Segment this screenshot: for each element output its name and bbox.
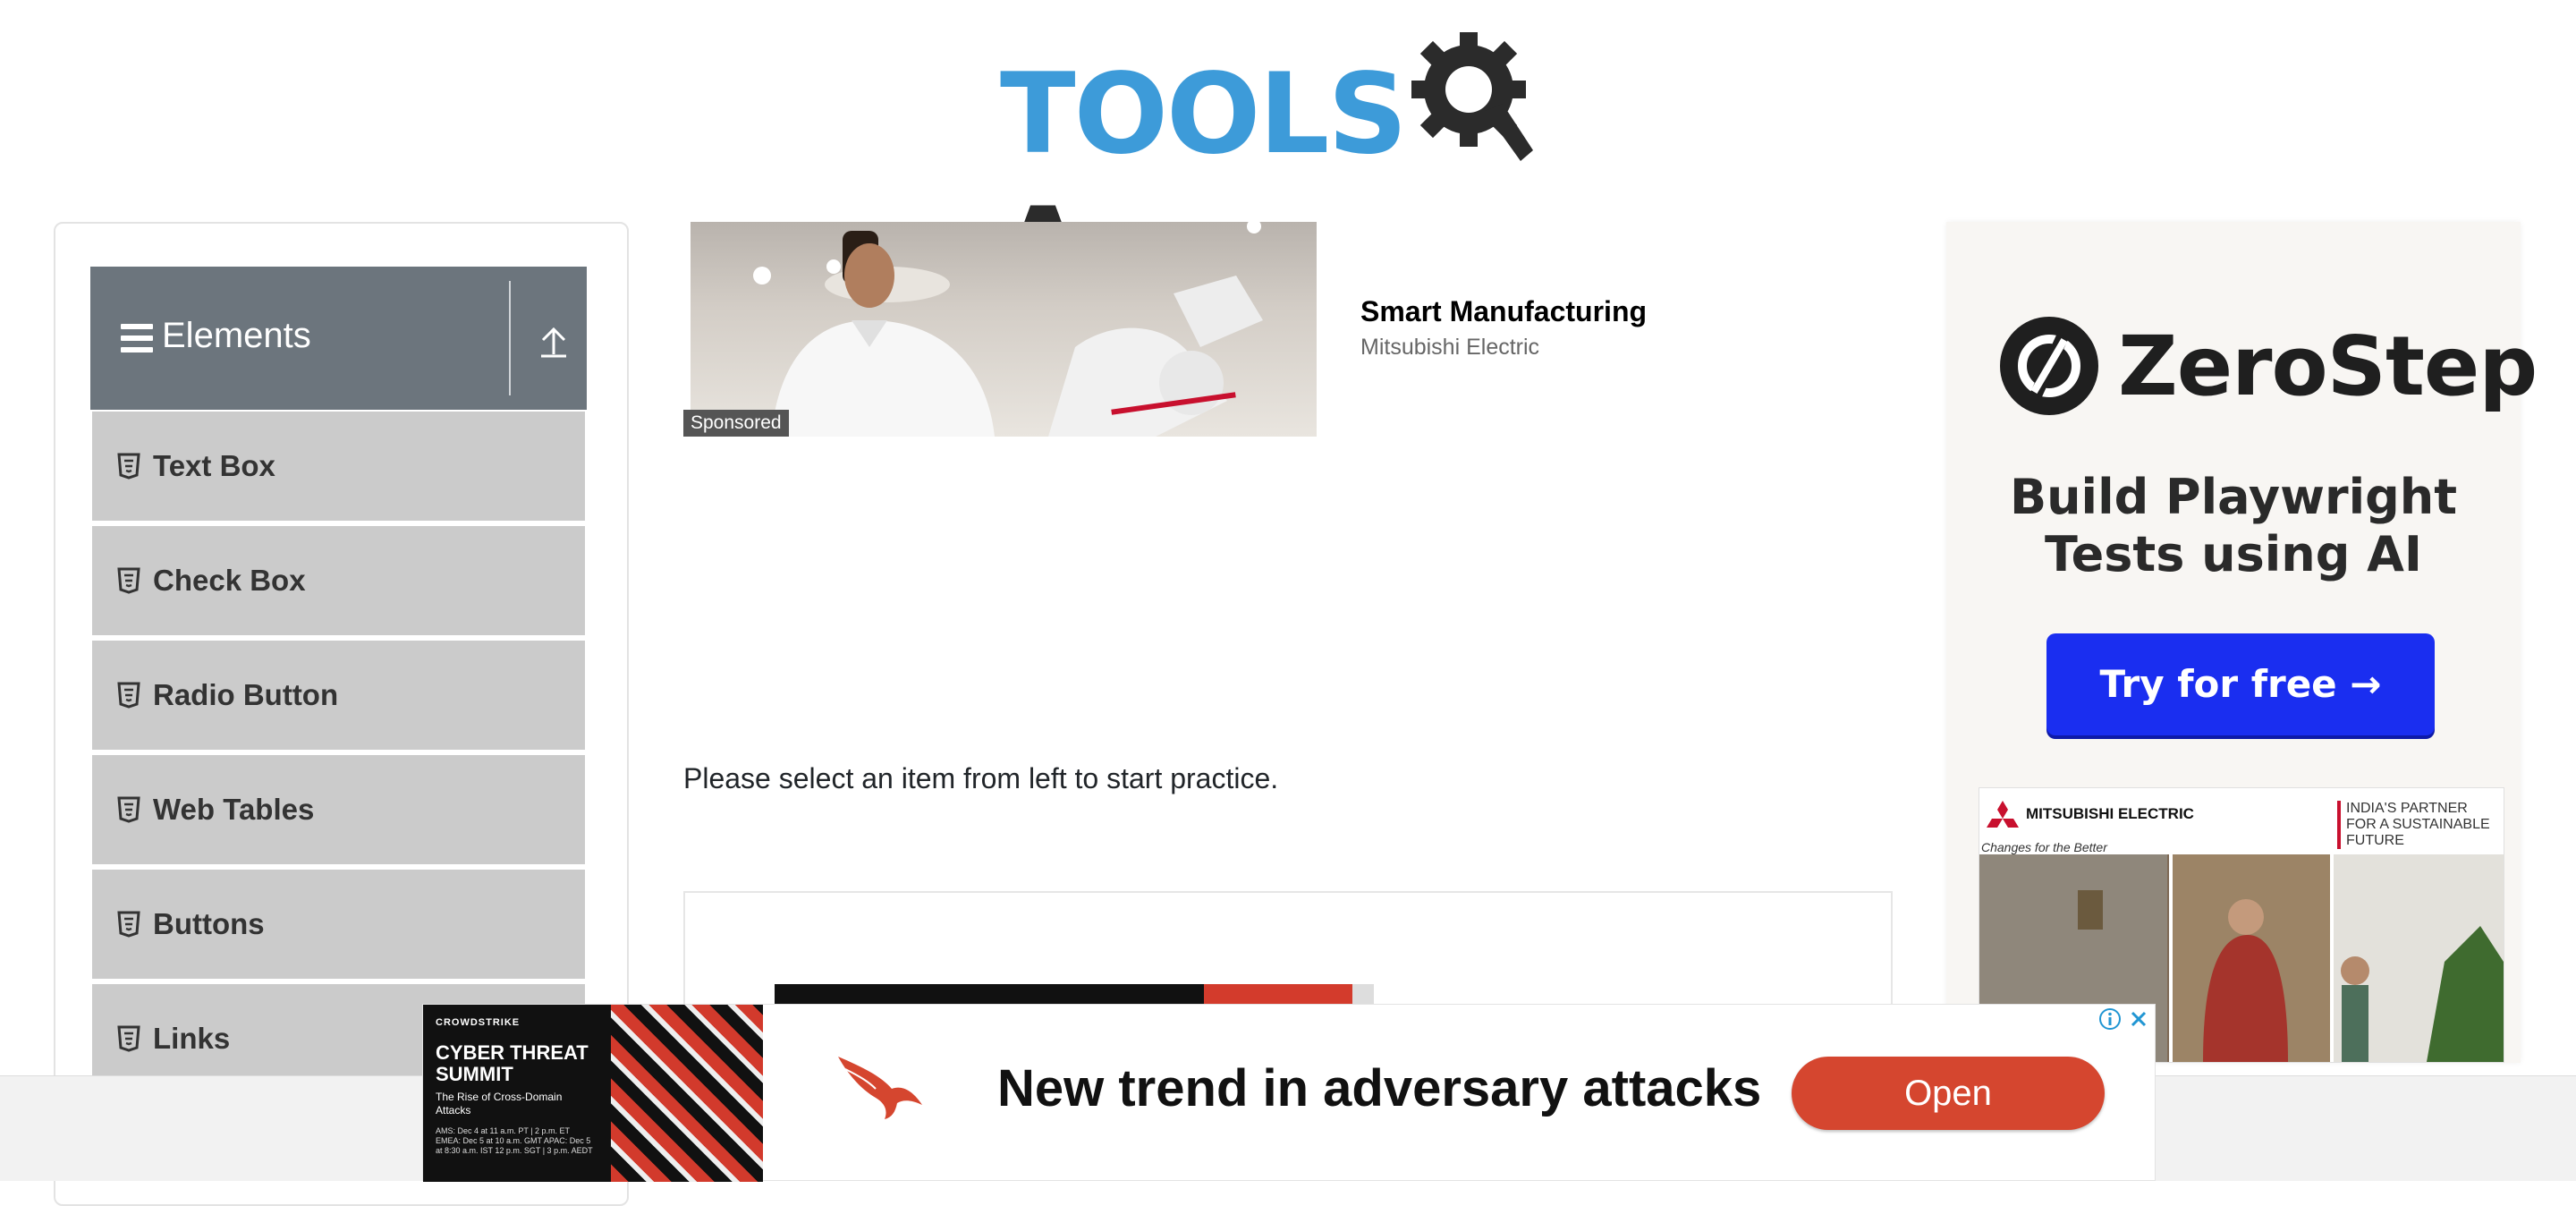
sponsored-image[interactable] <box>691 222 1317 437</box>
html5-icon <box>117 682 140 709</box>
html5-icon <box>117 567 140 594</box>
zerostep-headline: Build Playwright Tests using AI <box>1946 469 2521 583</box>
sidebar-item-label: Web Tables <box>153 793 315 826</box>
sidebar-item-label: Links <box>153 1022 231 1055</box>
hamburger-icon <box>121 324 153 352</box>
header-divider <box>509 281 511 395</box>
headline-line: Build Playwright <box>2009 469 2458 525</box>
html5-icon <box>117 911 140 938</box>
logo-tools-text: TOOLS <box>1000 50 1408 179</box>
thumbnail-title: CYBER THREAT SUMMIT <box>436 1041 589 1085</box>
thumbnail-subtitle: The Rise of Cross-Domain Attacks <box>436 1091 563 1117</box>
group-title: Elements <box>162 316 311 355</box>
close-icon[interactable] <box>2126 1006 2151 1032</box>
toolsqa-logo[interactable]: TOOLSA <box>1000 25 1581 313</box>
zerostep-ad[interactable]: ZeroStep Build Playwright Tests using AI… <box>1946 222 2538 1063</box>
falcon-logo-icon <box>838 1057 922 1119</box>
sponsored-badge: Sponsored <box>683 410 789 437</box>
ad-headline: New trend in adversary attacks <box>997 1059 1762 1117</box>
elements-group-header[interactable]: Elements <box>90 267 587 410</box>
sidebar-item-buttons[interactable]: Buttons <box>92 870 585 984</box>
mitsubishi-logo-text: MITSUBISHI ELECTRIC <box>2026 805 2194 822</box>
robot-worker-illustration <box>753 222 1263 437</box>
thumbnail-pattern <box>611 1005 763 1182</box>
sidebar-item-radio-button[interactable]: Radio Button <box>92 641 585 755</box>
mitsubishi-logo-icon <box>1987 801 2019 828</box>
sidebar-item-label: Text Box <box>153 449 275 482</box>
html5-icon <box>117 796 140 823</box>
html5-icon <box>117 453 140 480</box>
sidebar-item-text-box[interactable]: Text Box <box>92 412 585 526</box>
zerostep-brand: ZeroStep <box>2118 318 2538 414</box>
crowdstrike-brand: CROWDSTRIKE <box>436 1017 521 1028</box>
sidebar-item-label: Check Box <box>153 564 306 597</box>
open-button[interactable]: Open <box>1792 1057 2105 1130</box>
headline-line: Tests using AI <box>2044 526 2423 582</box>
zerostep-logo-icon <box>2000 317 2098 415</box>
mitsubishi-slogan: Changes for the Better <box>1981 840 2107 854</box>
practice-message: Please select an item from left to start… <box>683 762 1279 794</box>
info-icon[interactable] <box>2097 1006 2123 1032</box>
mitsubishi-tagline: INDIA'S PARTNER FOR A SUSTAINABLE FUTURE <box>2337 801 2498 849</box>
crowdstrike-ad[interactable]: CROWDSTRIKE CYBER THREAT SUMMIT The Rise… <box>422 1004 2156 1182</box>
sidebar-item-check-box[interactable]: Check Box <box>92 526 585 641</box>
thumbnail-dates: AMS: Dec 4 at 11 a.m. PT | 2 p.m. ET EME… <box>436 1126 593 1155</box>
sidebar-item-label: Buttons <box>153 907 265 940</box>
logo-gear-icon <box>1406 25 1540 182</box>
sidebar-item-label: Radio Button <box>153 678 339 711</box>
sidebar-item-web-tables[interactable]: Web Tables <box>92 755 585 870</box>
try-for-free-button[interactable]: Try for free → <box>2046 633 2435 735</box>
sponsored-title[interactable]: Smart Manufacturing <box>1360 295 1647 328</box>
upload-arrow-icon[interactable] <box>534 320 573 361</box>
sponsored-brand[interactable]: Mitsubishi Electric <box>1360 335 1539 361</box>
html5-icon <box>117 1025 140 1052</box>
crowdstrike-thumbnail: CROWDSTRIKE CYBER THREAT SUMMIT The Rise… <box>423 1005 763 1182</box>
